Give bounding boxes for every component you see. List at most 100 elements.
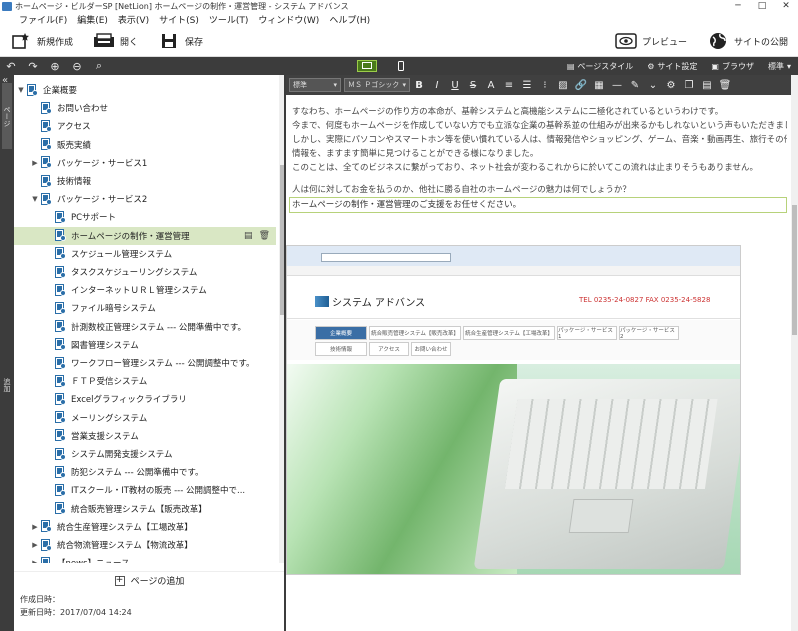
pc-layout-toggle[interactable] (357, 60, 377, 72)
menu-file[interactable]: ファイル(F) (14, 13, 72, 26)
tree-item[interactable]: ▶ 【news】ニュース (14, 554, 276, 563)
tree-item-label: ホームページの制作・運営管理 (71, 231, 190, 242)
bold-icon[interactable]: B (410, 80, 428, 91)
paragraph-style-select[interactable]: 標準 ▾ (289, 78, 341, 92)
tree-item[interactable]: PCサポート (14, 208, 276, 226)
expand-icon[interactable]: ▶ (30, 523, 40, 531)
pages-tab[interactable]: ページ (2, 83, 12, 149)
tree-item[interactable]: ▶ 統合生産管理システム【工場改革】 (14, 518, 276, 536)
tree-item[interactable]: 防犯システム --- 公開準備中です。 (14, 463, 276, 481)
page-content[interactable]: すなわち、ホームページの作り方の本命が、基幹システムと高機能システムに二極化され… (289, 105, 787, 213)
tree-item[interactable]: 図書管理システム (14, 336, 276, 354)
italic-icon[interactable]: I (428, 80, 446, 91)
tree-item[interactable]: ▶ パッケージ・サービス1 (14, 154, 276, 172)
pen-icon[interactable]: ✎ (626, 80, 644, 91)
align-left-icon[interactable]: ≡ (500, 80, 518, 91)
zoom-reset-icon[interactable]: ⌕ (88, 57, 110, 75)
tree-item-label: 統合販売管理システム【販売改革】 (71, 504, 207, 515)
paste-icon[interactable]: ▤ (698, 80, 716, 91)
undo-icon[interactable]: ↶ (0, 57, 22, 75)
tree-root[interactable]: ▼ 企業概要 (14, 81, 276, 99)
zoom-in-icon[interactable]: ⊕ (44, 57, 66, 75)
tree-item[interactable]: ITスクール・IT教材の販売 --- 公開調整中で... (14, 481, 276, 499)
text-color-icon[interactable]: A (482, 80, 500, 91)
page-style-button[interactable]: ▤ ページスタイル (560, 61, 640, 72)
tree-item[interactable]: インターネットＵＲＬ管理システム (14, 281, 276, 299)
mobile-layout-toggle[interactable] (391, 60, 411, 72)
redo-icon[interactable]: ↷ (22, 57, 44, 75)
content-line: しかし、実際にパソコンやスマートホン等を使い慣れている人は、情報発信やショッピン… (292, 135, 787, 145)
open-button[interactable]: 開く (83, 26, 148, 57)
tree-item[interactable]: 営業支援システム (14, 427, 276, 445)
site-settings-button[interactable]: ⚙ サイト設定 (640, 61, 704, 72)
window-title: ホームページ・ビルダーSP [NetLion] ホームページの制作・運営管理 -… (15, 1, 349, 11)
site-header: システム アドバンス TEL 0235-24-0827 FAX 0235-24-… (287, 276, 740, 319)
close-button[interactable]: ✕ (774, 0, 798, 12)
table-icon[interactable]: ▦ (590, 80, 608, 91)
image-icon[interactable]: ▨ (554, 80, 572, 91)
list-icon[interactable]: ⁝ (536, 80, 554, 91)
menu-view[interactable]: 表示(V) (113, 13, 154, 26)
underline-icon[interactable]: U (446, 80, 464, 91)
page-settings-icon[interactable]: ▤ (244, 231, 253, 241)
strikethrough-icon[interactable]: S (464, 80, 482, 91)
page-icon (54, 247, 66, 260)
expand-icon[interactable]: ▶ (30, 559, 40, 563)
page-icon (40, 138, 52, 151)
font-select[interactable]: ＭＳ Ｐゴシック ▾ (344, 78, 410, 92)
tree-item[interactable]: ▼ パッケージ・サービス2 (14, 190, 276, 208)
add-page-button[interactable]: + ページの追加 (14, 571, 285, 589)
tree-item-label: メーリングシステム (71, 413, 148, 424)
tree-item[interactable]: 統合販売管理システム【販売改革】 (14, 500, 276, 518)
menu-site[interactable]: サイト(S) (154, 13, 204, 26)
tree-item[interactable]: ホームページの制作・運営管理 ▤ 🗑 (14, 226, 276, 245)
tree-item-label: ワークフロー管理システム --- 公開調整中です。 (71, 359, 255, 369)
menu-help[interactable]: ヘルプ(H) (324, 13, 375, 26)
tree-item[interactable]: Excelグラフィックライブラリ (14, 390, 276, 408)
maximize-button[interactable]: □ (750, 0, 774, 12)
trash-icon[interactable]: 🗑 (259, 231, 270, 241)
tree-item-label: 統合生産管理システム【工場改革】 (57, 522, 193, 533)
tree-item[interactable]: メーリングシステム (14, 409, 276, 427)
embedded-site-image[interactable]: システム アドバンス TEL 0235-24-0827 FAX 0235-24-… (286, 245, 741, 575)
editor-scrollbar[interactable] (791, 75, 798, 631)
new-button[interactable]: 新規作成 (0, 26, 83, 57)
tree-item[interactable]: ＦＴＰ受信システム (14, 372, 276, 390)
editing-paragraph[interactable]: ホームページの制作・運営管理のご支援をお任せください。 (289, 197, 787, 213)
page-editor[interactable]: 標準 ▾ ＭＳ Ｐゴシック ▾ B I U S A ≡ ☰ ⁝ ▨ 🔗 ▦ — ✎ … (286, 75, 791, 631)
add-tab[interactable]: 追加 (2, 360, 12, 410)
tree-item[interactable]: 計測数校正管理システム --- 公開準備中です。 (14, 318, 276, 336)
preview-button[interactable]: プレビュー (605, 26, 697, 57)
link-icon[interactable]: 🔗 (572, 80, 590, 91)
tree-item[interactable]: アクセス (14, 117, 276, 135)
tree-item[interactable]: ファイル暗号システム (14, 299, 276, 317)
page-icon (40, 174, 52, 188)
delete-icon[interactable]: 🗑 (716, 80, 734, 91)
hr-icon[interactable]: — (608, 80, 626, 91)
publish-button[interactable]: サイトの公開 (697, 26, 798, 57)
minimize-button[interactable]: ─ (726, 0, 750, 12)
theme-select[interactable]: 標準 ▾ (761, 61, 798, 72)
expand-icon[interactable]: ▶ (30, 541, 40, 549)
tree-item[interactable]: 販売実績 (14, 136, 276, 154)
tree-item[interactable]: 技術情報 (14, 172, 276, 190)
align-center-icon[interactable]: ☰ (518, 80, 536, 91)
tree-item[interactable]: タスクスケジューリングシステム (14, 263, 276, 281)
tree-item[interactable]: お問い合わせ (14, 99, 276, 117)
copy-icon[interactable]: ❐ (680, 80, 698, 91)
tree-item[interactable]: スケジュール管理システム (14, 245, 276, 263)
tree-item[interactable]: ワークフロー管理システム --- 公開調整中です。 (14, 354, 276, 372)
settings-icon[interactable]: ⚙ (662, 80, 680, 91)
zoom-out-icon[interactable]: ⊖ (66, 57, 88, 75)
expand-icon[interactable]: ▶ (30, 159, 40, 167)
collapse-toggle-icon[interactable]: ▼ (16, 86, 26, 94)
tree-item[interactable]: システム開発支援システム (14, 445, 276, 463)
menu-edit[interactable]: 編集(E) (72, 13, 113, 26)
more-icon[interactable]: ⌄ (644, 80, 662, 91)
menu-tools[interactable]: ツール(T) (204, 13, 254, 26)
collapse-toggle-icon[interactable]: ▼ (30, 195, 40, 203)
browser-button[interactable]: ▣ ブラウザ (704, 61, 761, 72)
save-button[interactable]: 保存 (148, 26, 213, 57)
menu-window[interactable]: ウィンドウ(W) (253, 13, 324, 26)
tree-item[interactable]: ▶ 統合物流管理システム【物流改革】 (14, 536, 276, 554)
